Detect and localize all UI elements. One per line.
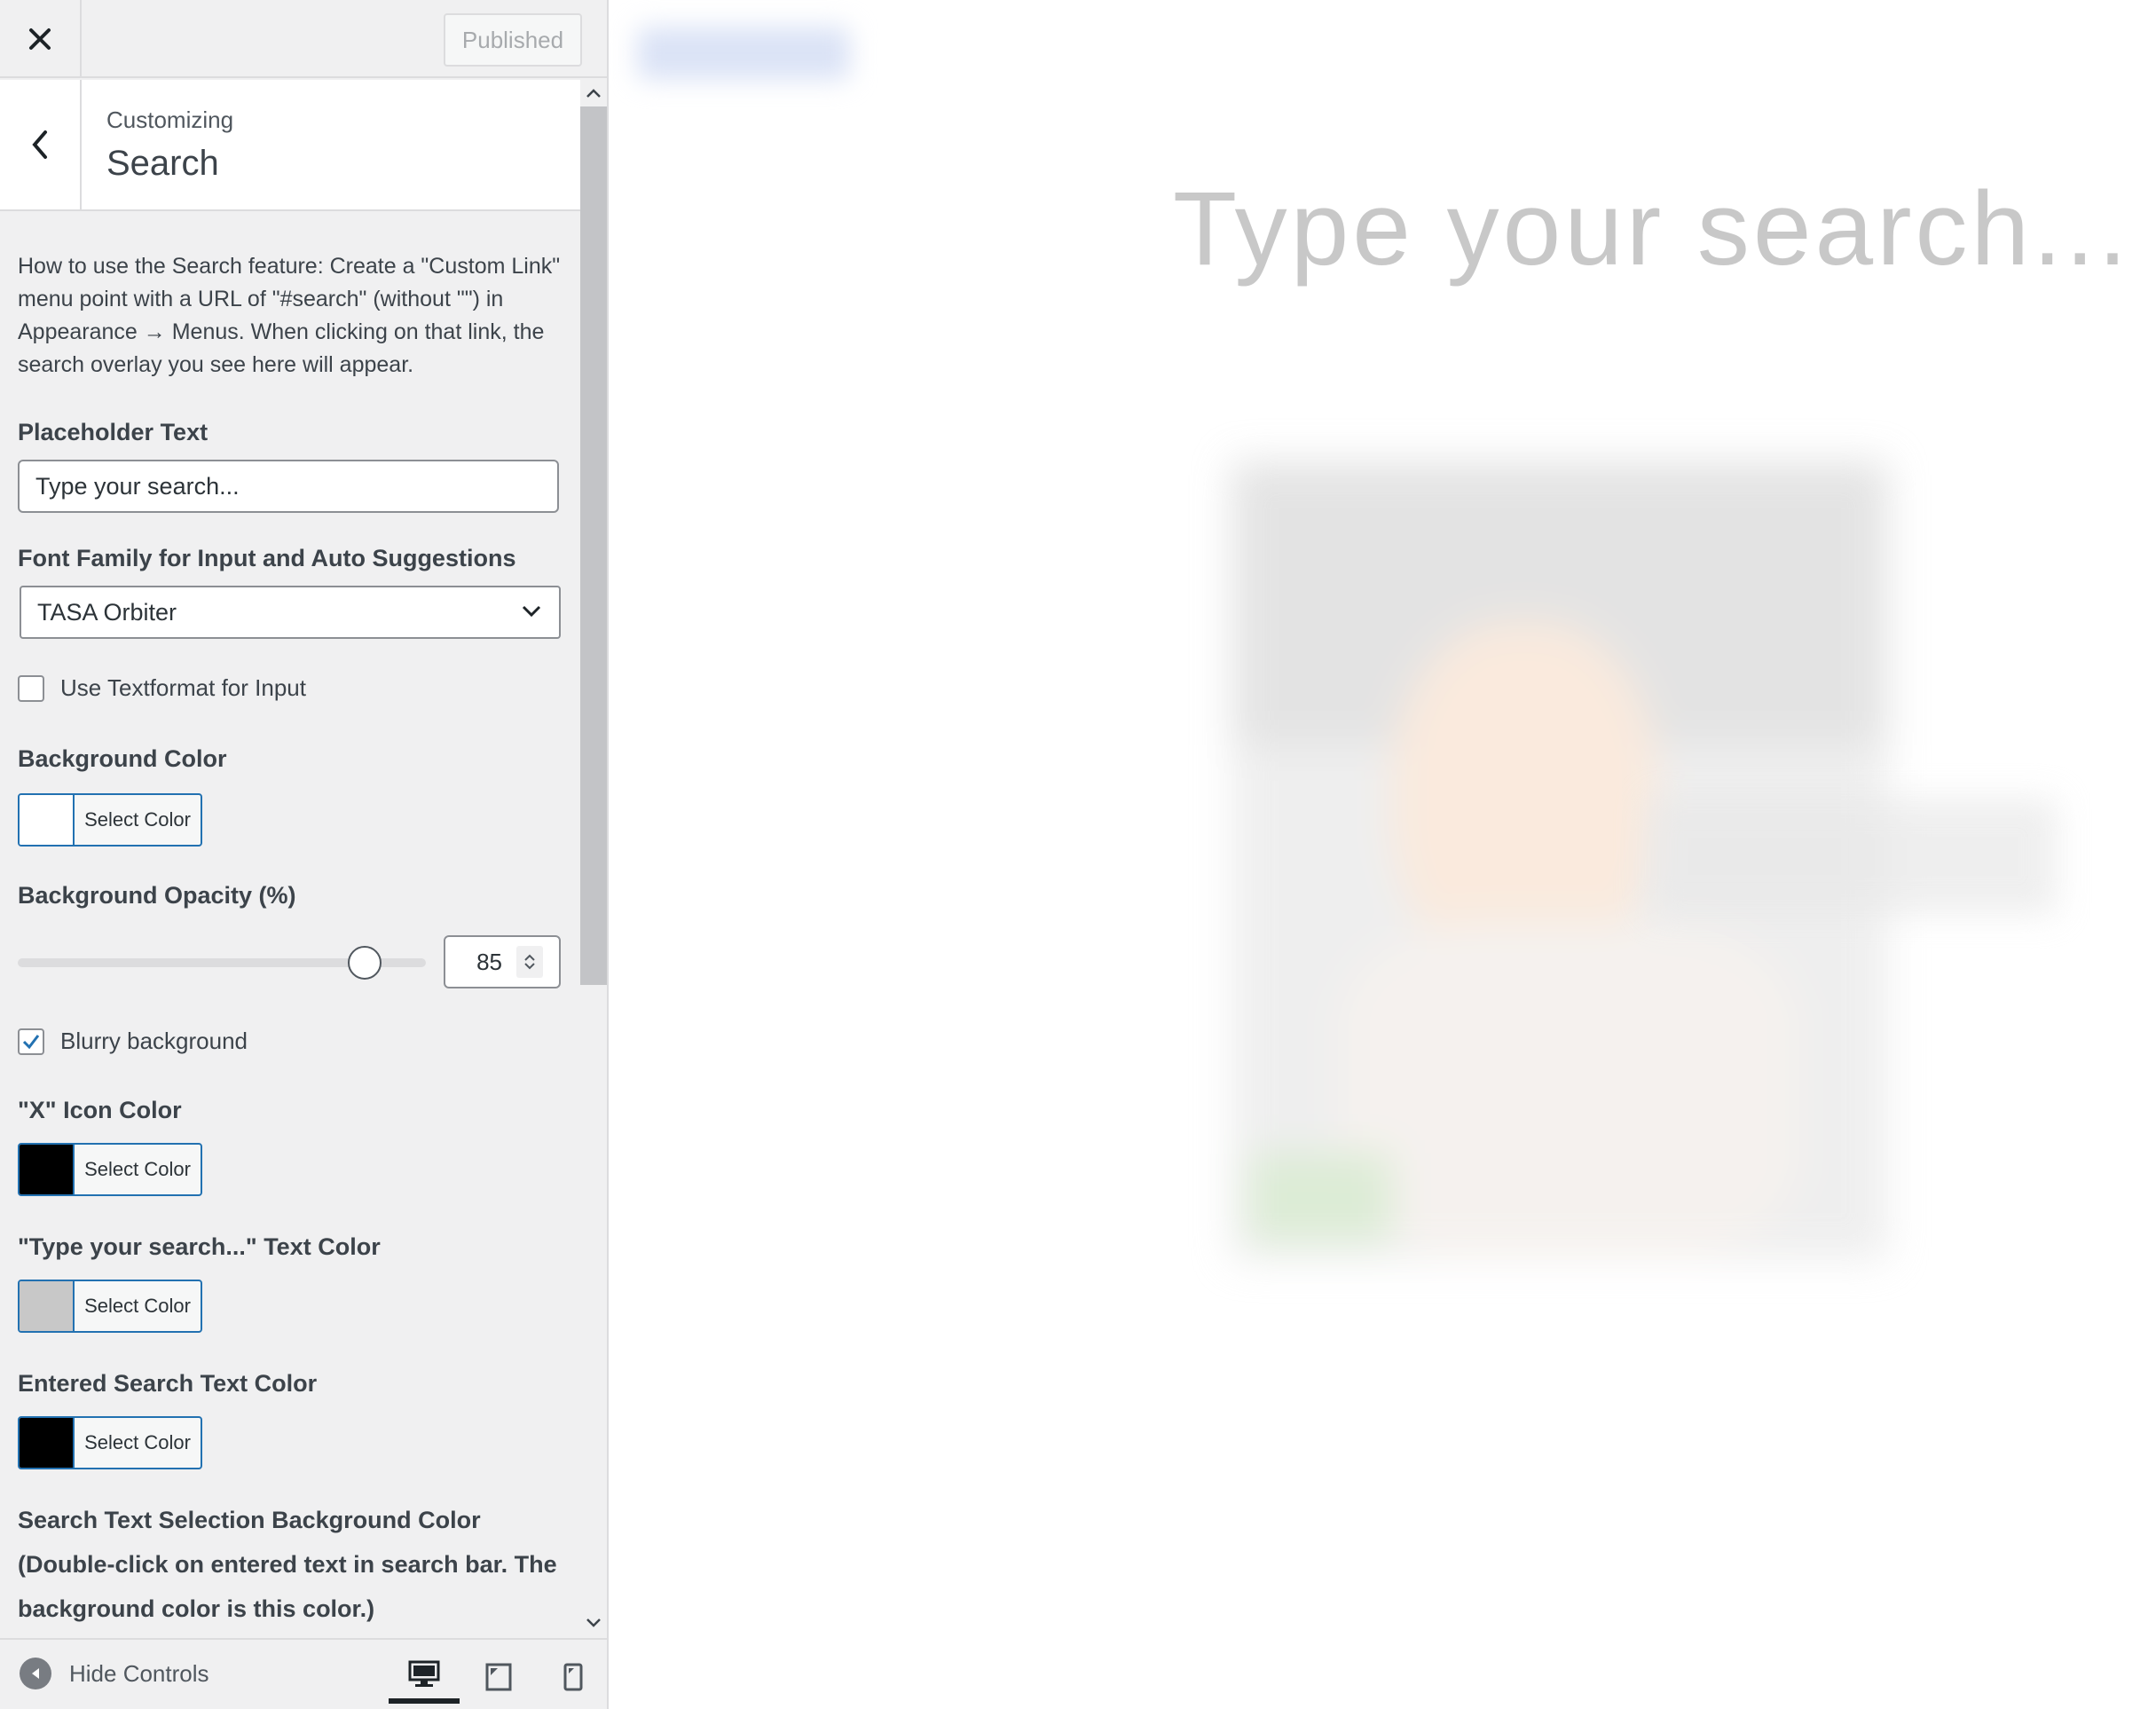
hide-controls-label: Hide Controls	[69, 1659, 209, 1687]
select-color-label: Select Color	[84, 1431, 191, 1453]
back-button[interactable]	[0, 80, 82, 209]
customizer-footer: Hide Controls	[0, 1638, 607, 1709]
close-icon	[29, 28, 51, 50]
controls-panel: Customizing Search How to use the Search…	[0, 80, 607, 1636]
x-icon-color-swatch	[20, 1145, 75, 1194]
selection-bg-color-label-2: (Double-click on entered text in search …	[18, 1551, 557, 1578]
placeholder-text-input[interactable]	[18, 460, 559, 513]
checkmark-icon	[22, 1034, 40, 1049]
opacity-value: 85	[476, 948, 502, 975]
background-color-button[interactable]: Select Color	[18, 793, 202, 847]
blurred-site-logo	[637, 27, 850, 80]
entered-text-color-label: Entered Search Text Color	[18, 1370, 318, 1397]
selection-bg-color-label-3: background color is this color.)	[18, 1595, 375, 1622]
x-icon-color-button[interactable]: Select Color	[18, 1143, 202, 1196]
scrollbar-thumb[interactable]	[580, 106, 607, 985]
placeholder-text-label: Placeholder Text	[18, 419, 209, 445]
placeholder-color-button[interactable]: Select Color	[18, 1280, 202, 1333]
search-feature-description: How to use the Search feature: Create a …	[18, 254, 561, 377]
opacity-slider-thumb[interactable]	[348, 946, 382, 980]
selection-bg-color-label-1: Search Text Selection Background Color	[18, 1507, 481, 1533]
scroll-up-arrow[interactable]	[580, 80, 607, 106]
background-opacity-label: Background Opacity (%)	[18, 882, 296, 909]
blurred-background-text	[1648, 799, 2057, 914]
opacity-number-input[interactable]: 85	[444, 935, 561, 988]
chevron-left-icon	[32, 130, 47, 159]
section-title: Search	[106, 144, 219, 183]
spin-up-icon[interactable]	[523, 953, 537, 962]
customizer-header: Published	[0, 0, 607, 78]
select-color-label: Select Color	[84, 1295, 191, 1317]
use-textformat-row[interactable]: Use Textformat for Input	[18, 674, 306, 702]
blurry-background-checkbox[interactable]	[18, 1028, 44, 1055]
preview-tablet-button[interactable]	[463, 1650, 534, 1704]
select-color-label: Select Color	[84, 808, 191, 831]
chevron-down-icon	[586, 1618, 601, 1627]
placeholder-color-swatch	[20, 1281, 75, 1331]
section-header: Customizing Search	[0, 80, 580, 211]
preview-desktop-button[interactable]	[389, 1650, 460, 1704]
font-family-label: Font Family for Input and Auto Suggestio…	[18, 545, 516, 571]
customizer-sidebar: Published Customizing Search How to use …	[0, 0, 609, 1709]
placeholder-color-label: "Type your search..." Text Color	[18, 1233, 381, 1260]
blurry-background-label: Blurry background	[60, 1028, 248, 1054]
preview-mobile-button[interactable]	[538, 1650, 607, 1704]
desktop-icon	[408, 1660, 440, 1687]
close-customizer-button[interactable]	[0, 0, 82, 78]
panel-scrollbar[interactable]	[580, 80, 607, 1636]
font-family-select[interactable]: TASA Orbiter	[20, 586, 561, 639]
scroll-down-arrow[interactable]	[580, 1610, 607, 1636]
background-color-swatch	[20, 795, 75, 845]
collapse-icon	[20, 1658, 51, 1689]
chevron-down-icon	[522, 605, 541, 618]
site-preview: Type your search...	[610, 0, 2156, 1709]
tablet-icon	[485, 1663, 512, 1691]
hide-controls-button[interactable]: Hide Controls	[20, 1658, 209, 1689]
spin-down-icon[interactable]	[523, 962, 537, 971]
entered-text-color-swatch	[20, 1418, 75, 1468]
search-overlay-placeholder[interactable]: Type your search...	[1173, 169, 2130, 289]
select-color-label: Select Color	[84, 1158, 191, 1180]
published-button[interactable]: Published	[444, 13, 582, 67]
chevron-up-icon	[586, 89, 601, 98]
font-family-selected: TASA Orbiter	[37, 598, 177, 626]
entered-text-color-button[interactable]: Select Color	[18, 1416, 202, 1469]
background-color-label: Background Color	[18, 745, 227, 772]
x-icon-color-label: "X" Icon Color	[18, 1097, 182, 1123]
blurry-background-row[interactable]: Blurry background	[18, 1028, 248, 1055]
use-textformat-checkbox[interactable]	[18, 674, 44, 702]
mobile-icon	[563, 1663, 583, 1691]
section-subtitle: Customizing	[106, 106, 234, 133]
opacity-spinner[interactable]	[516, 946, 543, 978]
use-textformat-label: Use Textformat for Input	[60, 674, 306, 701]
